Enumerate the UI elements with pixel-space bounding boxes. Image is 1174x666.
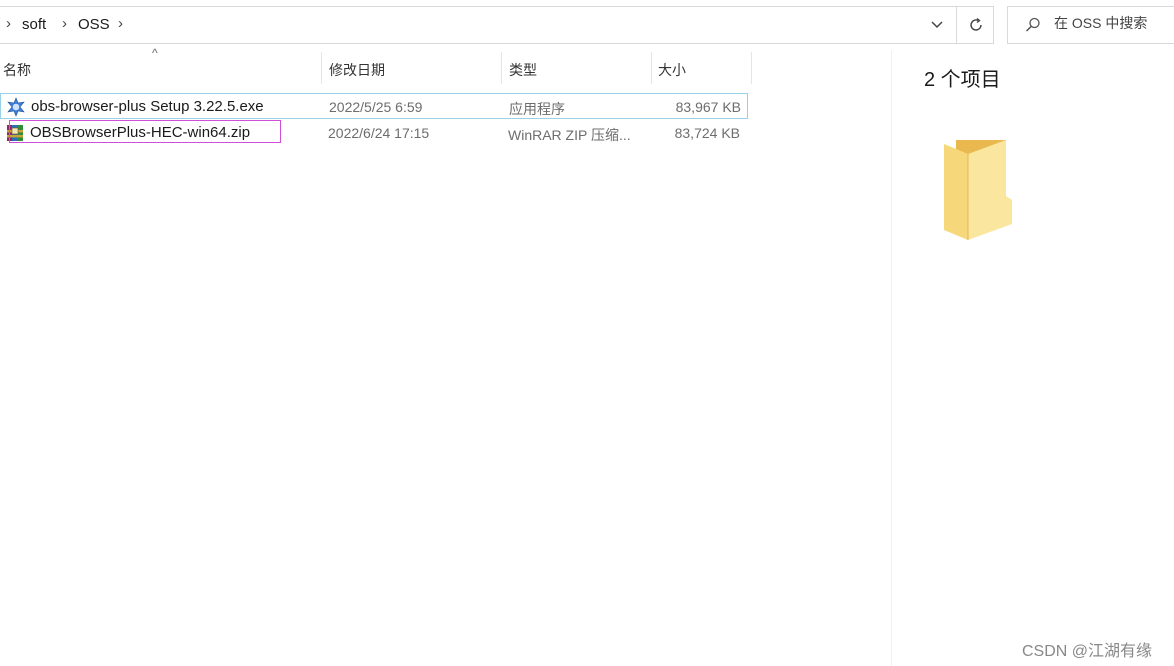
search-input[interactable] xyxy=(1054,15,1169,31)
file-type: WinRAR ZIP 压缩... xyxy=(508,127,631,143)
watermark: CSDN @江湖有缘 xyxy=(1022,643,1153,660)
file-row[interactable]: OBSBrowserPlus-HEC-win64.zip 2022/6/24 1… xyxy=(0,120,748,146)
breadcrumb-item-soft[interactable]: soft xyxy=(22,16,46,33)
chevron-right-icon[interactable]: › xyxy=(118,15,123,32)
file-name: obs-browser-plus Setup 3.22.5.exe xyxy=(31,98,264,115)
installer-icon xyxy=(7,97,25,117)
file-type: 应用程序 xyxy=(509,101,565,117)
preview-pane-divider[interactable] xyxy=(891,50,892,666)
column-header-date[interactable]: 修改日期 xyxy=(322,50,501,84)
column-header-type-label: 类型 xyxy=(509,62,537,78)
breadcrumb-item-oss[interactable]: OSS xyxy=(78,16,110,33)
search-box[interactable] xyxy=(1007,6,1174,44)
chevron-down-icon xyxy=(931,21,943,29)
refresh-button[interactable] xyxy=(956,7,994,43)
file-date: 2022/6/24 17:15 xyxy=(328,125,430,141)
folder-icon xyxy=(944,140,1012,240)
column-header-date-label: 修改日期 xyxy=(329,62,385,78)
search-icon xyxy=(1025,17,1040,32)
column-header-type[interactable]: 类型 xyxy=(502,50,651,84)
file-name: OBSBrowserPlus-HEC-win64.zip xyxy=(30,124,251,141)
preview-item-count: 2 个项目 xyxy=(924,69,1001,91)
chevron-right-icon[interactable]: › xyxy=(62,15,67,32)
winrar-archive-icon xyxy=(7,125,23,141)
column-divider[interactable] xyxy=(751,52,752,84)
chevron-right-icon[interactable]: › xyxy=(6,15,11,32)
column-header-size[interactable]: 大小 xyxy=(652,50,751,84)
file-row[interactable]: obs-browser-plus Setup 3.22.5.exe 2022/5… xyxy=(0,93,748,119)
file-size: 83,724 KB xyxy=(674,125,740,141)
address-bar[interactable]: › soft › OSS › xyxy=(0,6,994,44)
column-header-name-label: 名称 xyxy=(3,62,31,78)
address-history-dropdown[interactable] xyxy=(920,7,954,43)
column-header-name[interactable]: 名称 xyxy=(0,50,321,84)
refresh-icon xyxy=(969,17,982,31)
column-header-size-label: 大小 xyxy=(658,62,686,78)
file-date: 2022/5/25 6:59 xyxy=(329,99,423,115)
file-size: 83,967 KB xyxy=(675,99,741,115)
